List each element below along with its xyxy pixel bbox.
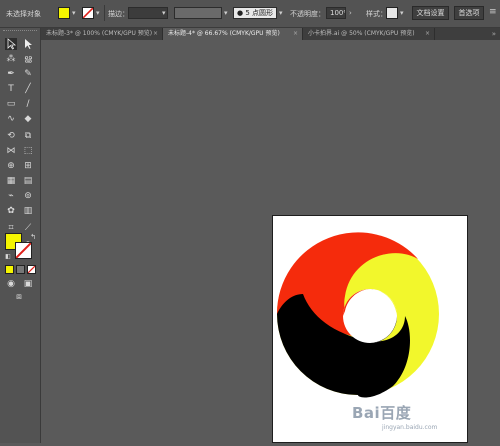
panel-grip[interactable] — [3, 30, 37, 34]
column-graph-tool-icon[interactable]: ▥ — [22, 205, 34, 217]
shape-builder-tool-icon[interactable]: ⊕ — [5, 160, 17, 172]
tab-overflow-icon[interactable]: » — [492, 28, 496, 40]
rectangle-tool-icon[interactable]: ▭ — [5, 98, 17, 110]
change-screen-mode-icon[interactable]: ⧈ — [13, 291, 25, 303]
swap-fill-stroke-icon[interactable]: ↰ — [27, 231, 39, 243]
selection-status: 未选择对象 — [6, 10, 41, 18]
stroke-swatch[interactable] — [82, 7, 94, 19]
preferences-button[interactable]: 首选项 — [454, 6, 484, 20]
document-tab-active[interactable]: 未标题-4* @ 66.67% (CMYK/GPU 预览) × — [163, 28, 303, 40]
baidu-watermark: Bai百度 — [352, 404, 412, 422]
brush-definition[interactable]: ● 5 点圆形 — [233, 7, 277, 19]
tab-label: 未标题-3* @ 100% (CMYK/GPU 预览) — [46, 30, 153, 37]
opacity-field[interactable]: 100% — [326, 7, 346, 19]
brush-dropdown-icon[interactable]: ▾ — [279, 9, 283, 17]
brush-label: 5 点圆形 — [245, 9, 274, 17]
scale-tool-icon[interactable]: ⧉ — [22, 130, 34, 142]
panel-menu-icon[interactable]: ≡ — [489, 7, 497, 17]
document-tab[interactable]: 未标题-3* @ 100% (CMYK/GPU 预览) × — [41, 28, 163, 40]
default-colors-icon[interactable]: ◧ — [2, 251, 14, 263]
none-mode-icon[interactable] — [27, 265, 36, 274]
style-dropdown-icon[interactable]: ▾ — [400, 9, 404, 17]
no-stroke-icon — [82, 7, 94, 19]
close-tab-icon[interactable]: × — [293, 28, 298, 40]
tools-panel: ⁂ ൠ ✒ ✎ T ╱ ▭ ∕ ∿ ◆ ⟲ ⧉ ⋈ ⬚ ⊕ ⊞ ▦ ▤ ⌁ ⊚ … — [0, 28, 41, 443]
stroke-color-box[interactable] — [15, 242, 32, 259]
variable-width-profile[interactable] — [174, 7, 222, 19]
mesh-tool-icon[interactable]: ▦ — [5, 175, 17, 187]
stroke-label: 描边： — [108, 10, 129, 18]
profile-dropdown-icon[interactable]: ▾ — [224, 9, 228, 17]
opacity-label: 不透明度： — [290, 10, 325, 18]
tab-label: 未标题-4* @ 66.67% (CMYK/GPU 预览) — [168, 30, 280, 37]
eraser-tool-icon[interactable]: ◆ — [22, 113, 34, 125]
draw-mode-icon[interactable]: ◉ — [5, 278, 17, 290]
divider — [104, 5, 105, 21]
shaper-tool-icon[interactable]: ∿ — [5, 113, 17, 125]
stroke-dropdown-icon[interactable]: ▾ — [96, 9, 100, 17]
stroke-weight-dropdown-icon[interactable]: ▾ — [162, 9, 166, 17]
magic-wand-tool-icon[interactable]: ⁂ — [5, 53, 17, 65]
symbol-sprayer-tool-icon[interactable]: ✿ — [5, 205, 17, 217]
perspective-grid-tool-icon[interactable]: ⊞ — [22, 160, 34, 172]
gradient-tool-icon[interactable]: ▤ — [22, 175, 34, 187]
graphic-style-swatch[interactable] — [386, 7, 398, 19]
width-tool-icon[interactable]: ⋈ — [5, 145, 17, 157]
free-transform-tool-icon[interactable]: ⬚ — [22, 145, 34, 157]
fill-swatch[interactable] — [58, 7, 70, 19]
close-tab-icon[interactable]: × — [425, 28, 430, 40]
line-tool-icon[interactable]: ╱ — [22, 83, 34, 95]
tab-label: 小卡拍界.ai @ 50% (CMYK/GPU 预览) — [308, 30, 415, 37]
pen-tool-icon[interactable]: ✒ — [5, 68, 17, 80]
rotate-tool-icon[interactable]: ⟲ — [5, 130, 17, 142]
close-tab-icon[interactable]: × — [153, 28, 158, 40]
style-label: 样式： — [366, 10, 387, 18]
no-stroke-icon — [15, 242, 32, 259]
selection-tool-icon[interactable] — [5, 38, 17, 50]
screen-mode-icon[interactable]: ▣ — [22, 278, 34, 290]
document-tab-bar: 未标题-3* @ 100% (CMYK/GPU 预览) × 未标题-4* @ 66… — [41, 28, 500, 40]
direct-selection-tool-icon[interactable] — [22, 38, 34, 50]
opacity-dropdown-icon[interactable]: › — [349, 9, 352, 17]
eyedropper-tool-icon[interactable]: ⌁ — [5, 190, 17, 202]
document-tab[interactable]: 小卡拍界.ai @ 50% (CMYK/GPU 预览) × — [303, 28, 435, 40]
fill-dropdown-icon[interactable]: ▾ — [72, 9, 76, 17]
baidu-watermark-url: jingyan.baidu.com — [382, 424, 438, 431]
control-bar: 未选择对象 ▾ ▾ 描边： ▾ ▾ ● 5 点圆形 ▾ 不透明度： 100% ›… — [0, 0, 500, 28]
lasso-tool-icon[interactable]: ൠ — [22, 53, 34, 65]
type-tool-icon[interactable]: T — [5, 83, 17, 95]
curvature-tool-icon[interactable]: ✎ — [22, 68, 34, 80]
blend-tool-icon[interactable]: ⊚ — [22, 190, 34, 202]
gradient-mode-icon[interactable] — [16, 265, 25, 274]
color-mode-icon[interactable] — [5, 265, 14, 274]
paintbrush-tool-icon[interactable]: ∕ — [22, 98, 34, 110]
document-setup-button[interactable]: 文档设置 — [412, 6, 449, 20]
